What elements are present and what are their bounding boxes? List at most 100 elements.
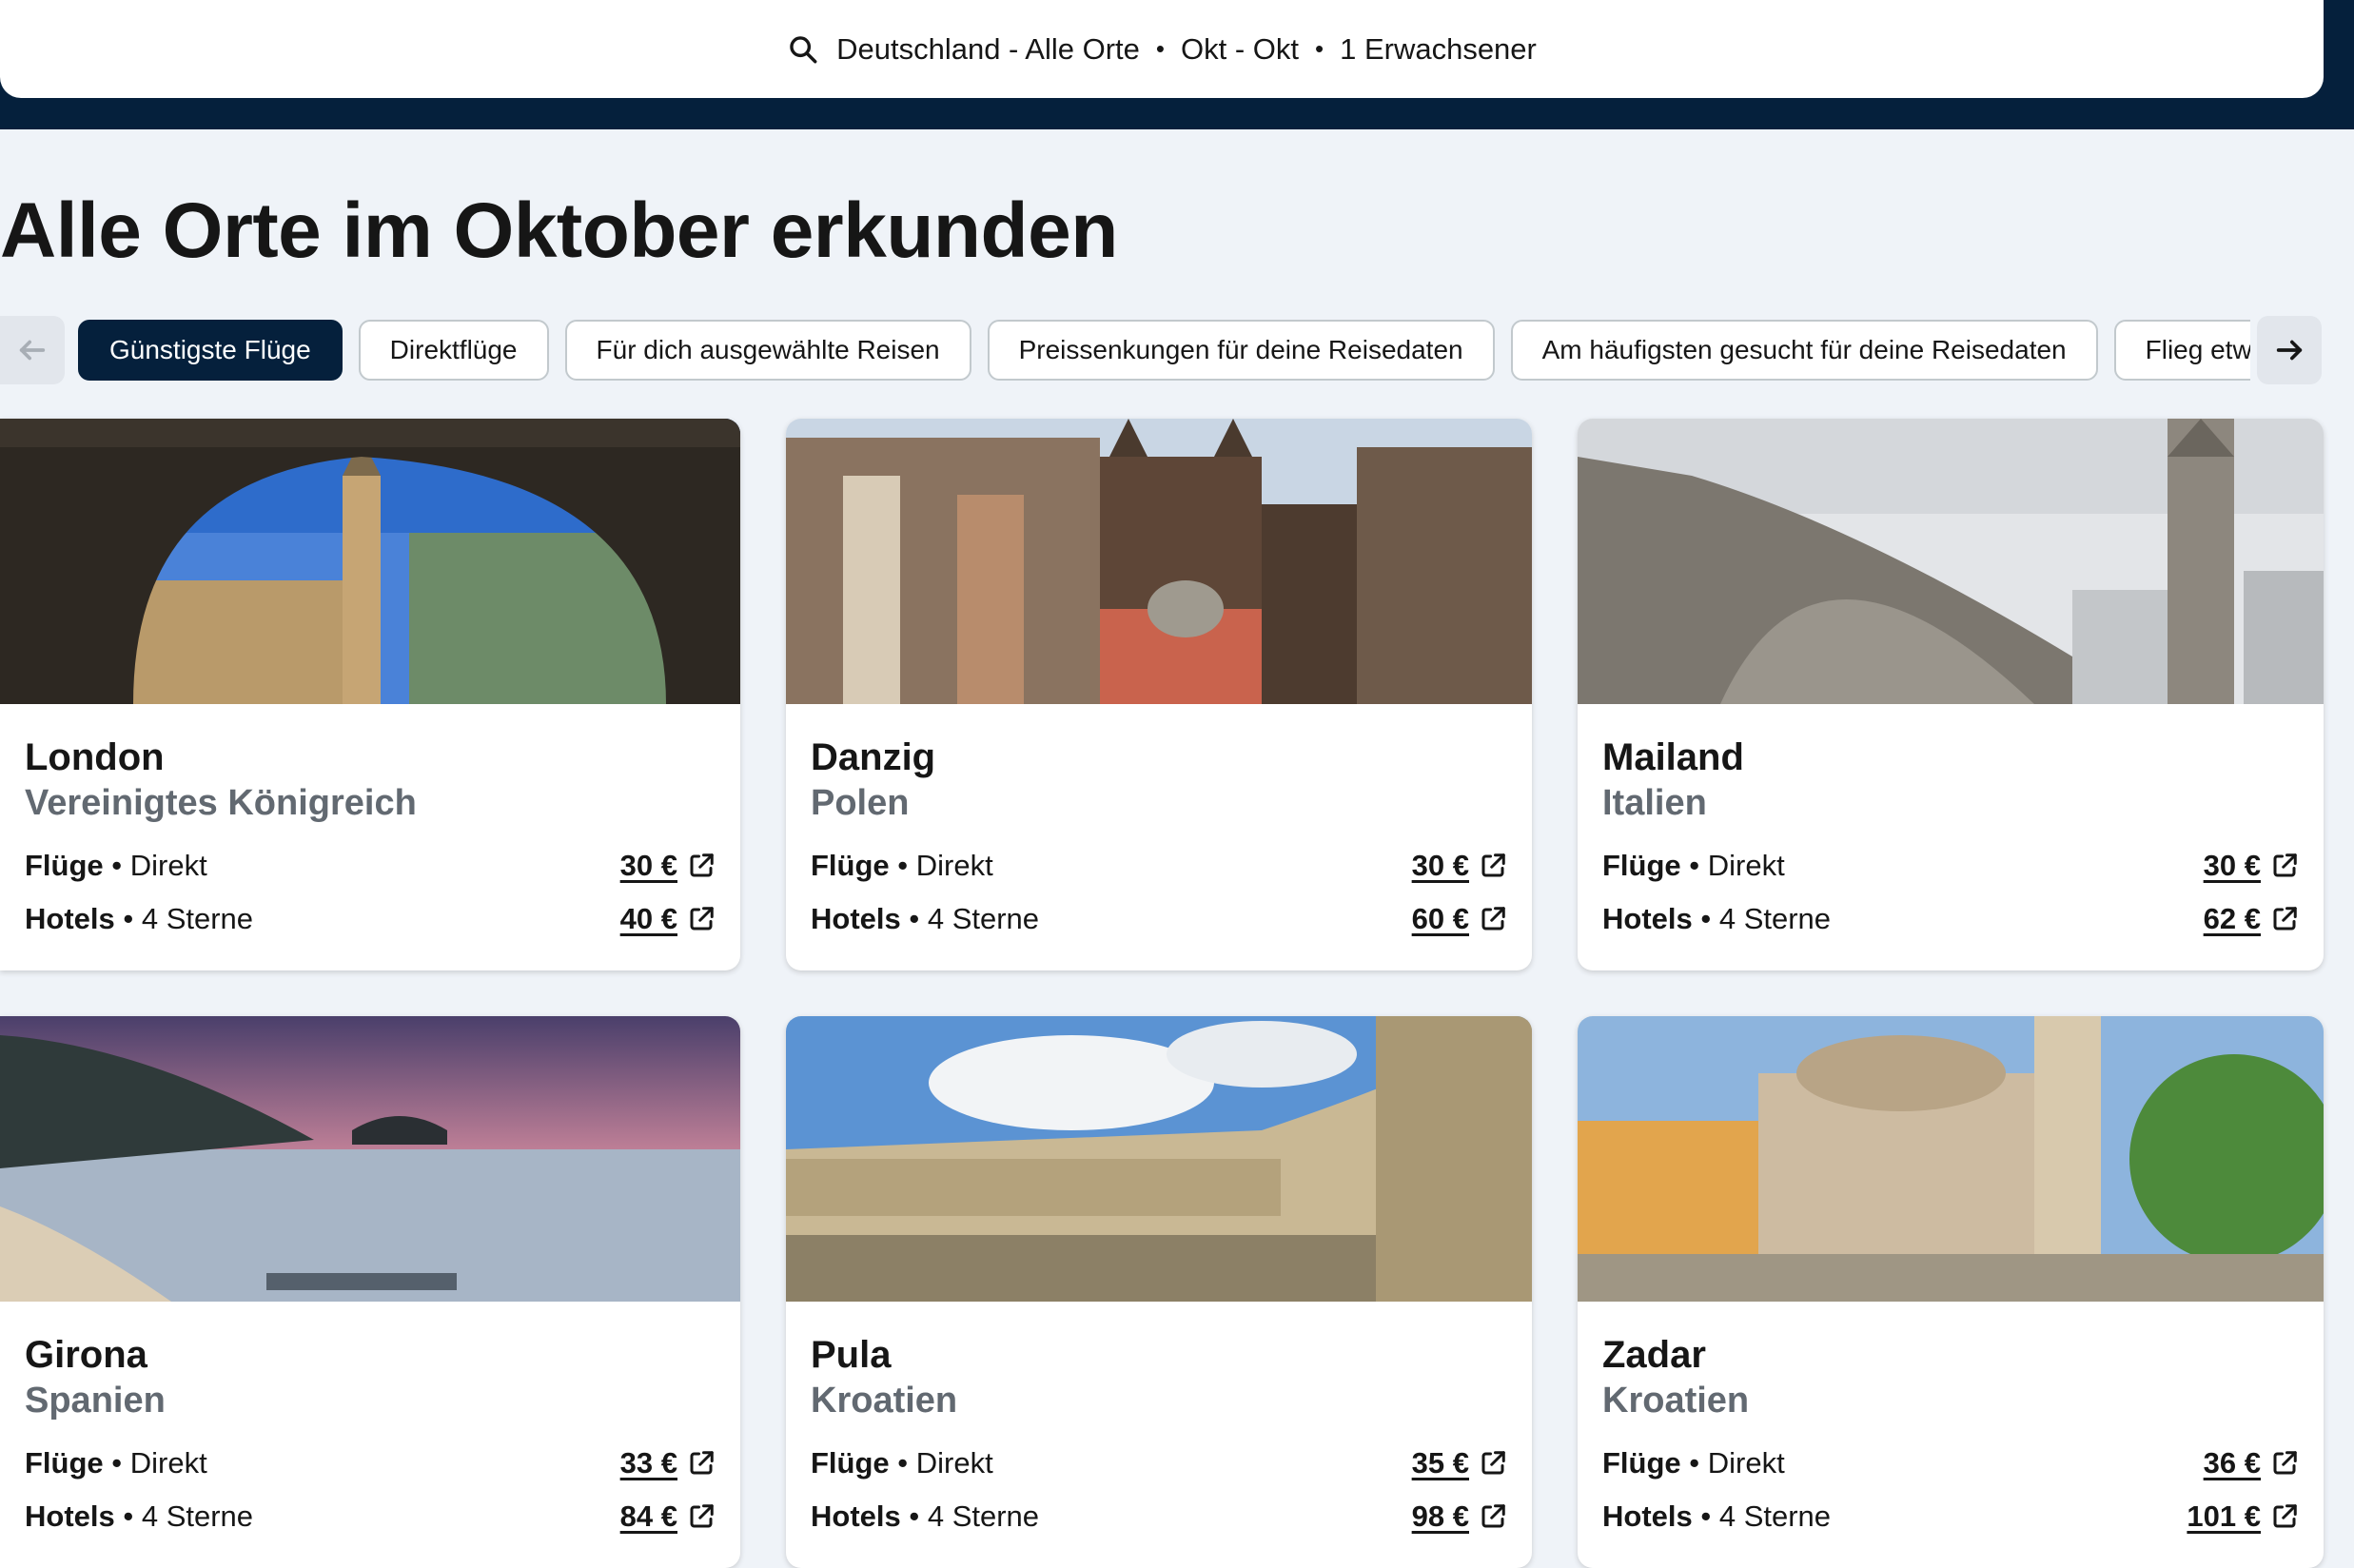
search-summary-bar[interactable]: Deutschland - Alle Orte • Okt - Okt • 1 …: [0, 0, 2324, 98]
hotels-type: 4 Sterne: [927, 902, 1040, 935]
city-name: Danzig: [811, 736, 936, 778]
page-title: Alle Orte im Oktober erkunden: [0, 187, 1118, 274]
destination-image: [786, 419, 1532, 704]
hotels-row: Hotels • 4 Sterne 84 €: [25, 1490, 716, 1543]
chip-most-searched[interactable]: Am häufigsten gesucht für deine Reisedat…: [1510, 320, 2098, 381]
flights-type: Direkt: [1707, 1446, 1785, 1480]
flights-price: 30 €: [1411, 849, 1469, 882]
hotels-label: Hotels: [811, 1499, 901, 1533]
flights-price-link[interactable]: 30 €: [620, 849, 716, 883]
flights-label: Flüge: [25, 1446, 104, 1480]
search-dates: Okt - Okt: [1180, 31, 1299, 66]
destination-image: [0, 1016, 740, 1302]
city-name: Girona: [25, 1334, 147, 1376]
flights-price: 36 €: [2203, 1446, 2261, 1480]
flights-row: Flüge • Direkt 36 €: [1602, 1437, 2299, 1490]
external-link-icon: [690, 853, 714, 877]
flights-type: Direkt: [129, 849, 207, 882]
external-link-icon: [2273, 853, 2297, 877]
destination-grid: London Vereinigtes Königreich Flüge • Di…: [0, 419, 2324, 1568]
flights-price-link[interactable]: 30 €: [2204, 849, 2299, 883]
filter-chips: Günstigste Flüge Direktflüge Für dich au…: [78, 320, 2250, 381]
hotels-price-link[interactable]: 98 €: [1412, 1499, 1507, 1534]
search-destination: Deutschland - Alle Orte: [836, 31, 1140, 66]
hotels-price: 60 €: [1411, 902, 1469, 935]
external-link-icon: [690, 907, 714, 931]
flights-label: Flüge: [811, 1446, 890, 1480]
hotels-price-link[interactable]: 101 €: [2187, 1499, 2299, 1534]
chip-fly-about[interactable]: Flieg etwa: [2113, 320, 2250, 381]
country-name: Kroatien: [811, 1381, 958, 1421]
city-name: Mailand: [1602, 736, 1744, 778]
flights-row: Flüge • Direkt 30 €: [1602, 839, 2299, 892]
flights-price-link[interactable]: 36 €: [2204, 1446, 2299, 1480]
scroll-right-button[interactable]: [2257, 316, 2322, 384]
destination-image: [1578, 1016, 2324, 1302]
arrow-left-icon: [19, 340, 46, 361]
city-name: Zadar: [1602, 1334, 1706, 1376]
search-travellers: 1 Erwachsener: [1340, 31, 1537, 66]
city-name: Pula: [811, 1334, 892, 1376]
hotels-type: 4 Sterne: [1718, 1499, 1832, 1533]
hotels-row: Hotels • 4 Sterne 101 €: [1602, 1490, 2299, 1543]
external-link-icon: [1481, 1504, 1505, 1528]
hotels-label: Hotels: [1602, 1499, 1693, 1533]
chip-cheapest-flights[interactable]: Günstigste Flüge: [78, 320, 343, 381]
hotels-row: Hotels • 4 Sterne 62 €: [1602, 892, 2299, 946]
hotels-price: 40 €: [619, 902, 677, 935]
chip-selected-trips[interactable]: Für dich ausgewählte Reisen: [564, 320, 971, 381]
hotels-label: Hotels: [811, 902, 901, 935]
flights-label: Flüge: [1602, 1446, 1681, 1480]
flights-row: Flüge • Direkt 30 €: [811, 839, 1507, 892]
scroll-left-button[interactable]: [0, 316, 65, 384]
hotels-price: 101 €: [2187, 1499, 2261, 1533]
chip-price-drops[interactable]: Preissenkungen für deine Reisedaten: [987, 320, 1495, 381]
hotels-price-link[interactable]: 60 €: [1412, 902, 1507, 936]
flights-row: Flüge • Direkt 30 €: [25, 839, 716, 892]
hotels-price: 62 €: [2203, 902, 2261, 935]
flights-price: 30 €: [2203, 849, 2261, 882]
chip-direct-flights[interactable]: Direktflüge: [358, 320, 549, 381]
flights-price-link[interactable]: 35 €: [1412, 1446, 1507, 1480]
country-name: Vereinigtes Königreich: [25, 783, 417, 823]
external-link-icon: [2273, 1451, 2297, 1475]
destination-card-danzig[interactable]: Danzig Polen Flüge • Direkt 30 € Hotels …: [786, 419, 1532, 970]
destination-card-girona[interactable]: Girona Spanien Flüge • Direkt 33 € Hotel…: [0, 1016, 740, 1568]
destination-card-pula[interactable]: Pula Kroatien Flüge • Direkt 35 € Hotels…: [786, 1016, 1532, 1568]
flights-price: 33 €: [619, 1446, 677, 1480]
flights-label: Flüge: [1602, 849, 1681, 882]
flights-type: Direkt: [129, 1446, 207, 1480]
flights-label: Flüge: [25, 849, 104, 882]
separator-dot: •: [1155, 34, 1165, 63]
external-link-icon: [690, 1504, 714, 1528]
destination-card-london[interactable]: London Vereinigtes Königreich Flüge • Di…: [0, 419, 740, 970]
destination-card-mailand[interactable]: Mailand Italien Flüge • Direkt 30 € Hote…: [1578, 419, 2324, 970]
flights-label: Flüge: [811, 849, 890, 882]
hotels-type: 4 Sterne: [927, 1499, 1040, 1533]
hotels-label: Hotels: [1602, 902, 1693, 935]
hotels-price: 98 €: [1411, 1499, 1469, 1533]
hotels-type: 4 Sterne: [141, 902, 254, 935]
hotels-label: Hotels: [25, 1499, 115, 1533]
hotels-type: 4 Sterne: [1718, 902, 1832, 935]
flights-price-link[interactable]: 33 €: [620, 1446, 716, 1480]
hotels-row: Hotels • 4 Sterne 98 €: [811, 1490, 1507, 1543]
search-icon: [790, 35, 817, 63]
external-link-icon: [2273, 1504, 2297, 1528]
hotels-label: Hotels: [25, 902, 115, 935]
external-link-icon: [1481, 907, 1505, 931]
hotels-type: 4 Sterne: [141, 1499, 254, 1533]
destination-image: [1578, 419, 2324, 704]
flights-type: Direkt: [915, 1446, 993, 1480]
hotels-price-link[interactable]: 62 €: [2204, 902, 2299, 936]
hotels-price-link[interactable]: 40 €: [620, 902, 716, 936]
country-name: Spanien: [25, 1381, 166, 1421]
destination-card-zadar[interactable]: Zadar Kroatien Flüge • Direkt 36 € Hotel…: [1578, 1016, 2324, 1568]
hotels-price-link[interactable]: 84 €: [620, 1499, 716, 1534]
external-link-icon: [1481, 1451, 1505, 1475]
flights-price-link[interactable]: 30 €: [1412, 849, 1507, 883]
city-name: London: [25, 736, 165, 778]
flights-type: Direkt: [1707, 849, 1785, 882]
country-name: Kroatien: [1602, 1381, 1750, 1421]
hotels-row: Hotels • 4 Sterne 40 €: [25, 892, 716, 946]
